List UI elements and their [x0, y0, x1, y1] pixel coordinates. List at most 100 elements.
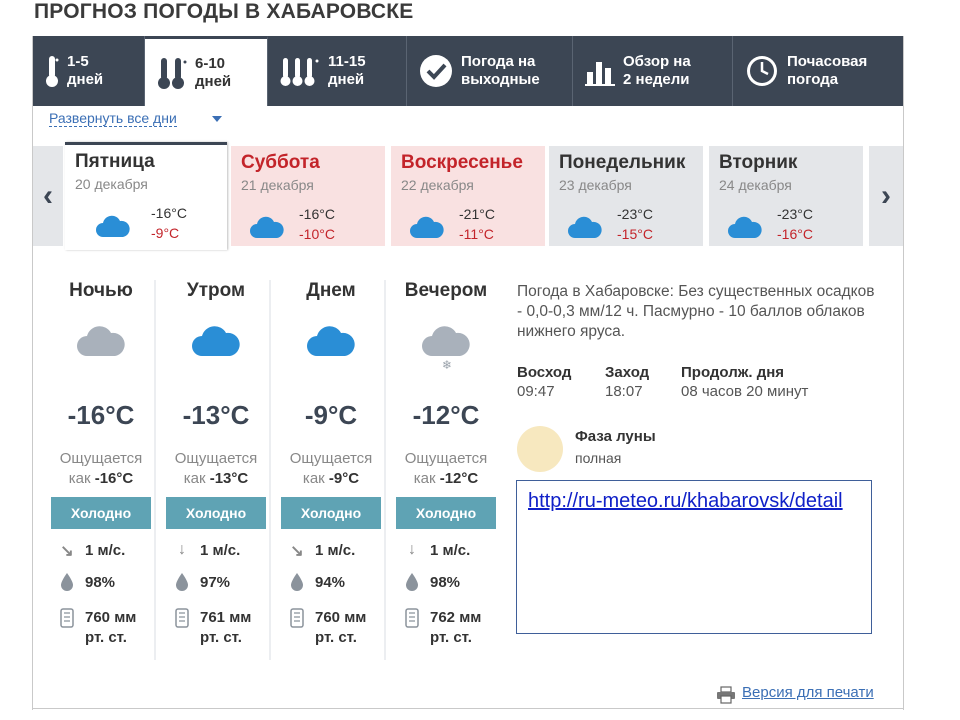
barometer-icon [170, 608, 194, 633]
next-days-arrow[interactable]: › [869, 146, 903, 246]
tab-label: 1-5 дней [67, 53, 104, 88]
cloud-icon [95, 215, 131, 244]
sunrise-label: Восход [517, 364, 572, 381]
day-temp-min: -21°C [459, 206, 495, 222]
bar-chart-icon [585, 56, 615, 86]
day-name: Понедельник [559, 152, 686, 173]
day-date: 24 декабря [719, 177, 792, 193]
tab-6-10-days[interactable]: 6-10 дней [145, 36, 268, 106]
moon-phase-value: полная [575, 450, 622, 466]
barometer-icon [400, 608, 424, 633]
day-date: 23 декабря [559, 177, 632, 193]
daylength-label: Продолж. дня [681, 364, 785, 381]
tab-label: Погода на выходные [461, 53, 540, 88]
tab-11-15-days[interactable]: 11-15 дней [268, 36, 407, 106]
source-link[interactable]: http://ru-meteo.ru/khabarovsk/detail [528, 490, 843, 513]
chevron-left-icon: ‹ [43, 179, 53, 212]
pressure-stat: 760 мм рт. ст. [281, 608, 381, 648]
cloud-icon [249, 216, 285, 245]
print-version-link[interactable]: Версия для печати [742, 684, 874, 701]
thermometer-icon [45, 54, 59, 88]
part-temp: -13°C [182, 400, 250, 430]
cloud-icon [166, 324, 266, 384]
day-part-day: Днем -9°C Ощущается как -9°C Холодно ↘ 1 м… [281, 272, 381, 662]
day-part-night: Ночью -16°C Ощущается как -16°C Холодно ↘… [51, 272, 151, 662]
day-temp-max: -15°C [617, 226, 653, 242]
sunrise-value: 09:47 [517, 383, 555, 400]
day-card[interactable]: Понедельник 23 декабря -23°C -15°C [549, 146, 703, 246]
tab-hourly[interactable]: Почасовая погода [733, 36, 903, 106]
pressure-stat: 761 мм рт. ст. [166, 608, 266, 648]
part-name: Днем [306, 280, 356, 301]
comfort-badge: Холодно [166, 497, 266, 529]
cloud-snow-icon: ❄ [396, 324, 496, 384]
day-temp-min: -16°C [151, 205, 187, 221]
tab-weekend[interactable]: Погода на выходные [407, 36, 573, 106]
chevron-right-icon: › [881, 179, 891, 212]
prev-days-arrow[interactable]: ‹ [33, 146, 63, 246]
wind-arrow-icon: ↘ [290, 543, 304, 560]
day-temp-min: -16°C [299, 206, 335, 222]
divider [384, 280, 386, 660]
weather-description: Погода в Хабаровске: Без существенных ос… [517, 283, 875, 340]
clock-icon [745, 54, 779, 88]
day-name: Вторник [719, 152, 798, 173]
caret-down-icon[interactable] [212, 116, 222, 122]
days-strip: ‹ Пятница 20 декабря -16°C -9°C Суббота … [33, 142, 903, 252]
day-card[interactable]: Вторник 24 декабря -23°C -16°C [709, 146, 863, 246]
humidity-stat: 98% [396, 573, 496, 596]
barometer-icon [285, 608, 309, 633]
tab-label: 6-10 дней [195, 54, 232, 90]
divider [269, 280, 271, 660]
moon-icon [517, 426, 563, 472]
day-part-evening: Вечером ❄ -12°C Ощущается как -12°C Холод… [396, 272, 496, 662]
tab-two-weeks[interactable]: Обзор на 2 недели [573, 36, 733, 106]
feels-like: Ощущается как -16°C [59, 450, 143, 487]
expand-all-link[interactable]: Развернуть все дни [49, 110, 177, 127]
moon-phase-label: Фаза луны [575, 428, 656, 445]
tab-1-5-days[interactable]: 1-5 дней [33, 36, 145, 106]
day-date: 21 декабря [241, 177, 314, 193]
tab-label: Обзор на 2 недели [623, 53, 691, 88]
day-temp-max: -9°C [151, 225, 180, 241]
day-card[interactable]: Пятница 20 декабря -16°C -9°C [65, 142, 227, 250]
cloud-icon [409, 216, 445, 245]
pressure-stat: 760 мм рт. ст. [51, 608, 151, 648]
divider [32, 708, 904, 709]
feels-like: Ощущается как -13°C [174, 450, 258, 487]
day-temp-max: -11°C [459, 226, 494, 242]
day-name: Пятница [75, 151, 155, 172]
wind-stat: ↓ 1 м/с. [396, 541, 496, 561]
humidity-stat: 97% [166, 573, 266, 596]
tab-label: Почасовая погода [787, 53, 868, 88]
wind-stat: ↘ 1 м/с. [281, 541, 381, 561]
comfort-badge: Холодно [281, 497, 381, 529]
wind-stat: ↘ 1 м/с. [51, 541, 151, 561]
part-temp: -9°C [304, 400, 358, 430]
part-temp: -16°C [67, 400, 135, 430]
tab-label: 11-15 дней [328, 53, 366, 88]
printer-icon[interactable] [716, 686, 736, 709]
part-name: Ночью [69, 280, 133, 301]
day-temp-min: -23°C [777, 206, 813, 222]
day-temp-max: -10°C [299, 226, 335, 242]
feels-like: Ощущается как -12°C [404, 450, 488, 487]
wind-arrow-icon: ↘ [60, 543, 74, 560]
drop-icon [170, 573, 194, 596]
pressure-stat: 762 мм рт. ст. [396, 608, 496, 648]
humidity-stat: 94% [281, 573, 381, 596]
day-card[interactable]: Суббота 21 декабря -16°C -10°C [231, 146, 385, 246]
day-date: 22 декабря [401, 177, 474, 193]
day-date: 20 декабря [75, 176, 148, 192]
cloud-gray-icon [51, 324, 151, 384]
day-part-morning: Утром -13°C Ощущается как -13°C Холодно ↓… [166, 272, 266, 662]
barometer-icon [55, 608, 79, 633]
page-title: ПРОГНОЗ ПОГОДЫ В ХАБАРОВСКЕ [34, 0, 414, 23]
sunset-value: 18:07 [605, 383, 643, 400]
wind-stat: ↓ 1 м/с. [166, 541, 266, 561]
sunset-label: Заход [605, 364, 650, 381]
cloud-icon [281, 324, 381, 384]
humidity-stat: 98% [51, 573, 151, 596]
day-card[interactable]: Воскресенье 22 декабря -21°C -11°C [391, 146, 545, 246]
comfort-badge: Холодно [51, 497, 151, 529]
